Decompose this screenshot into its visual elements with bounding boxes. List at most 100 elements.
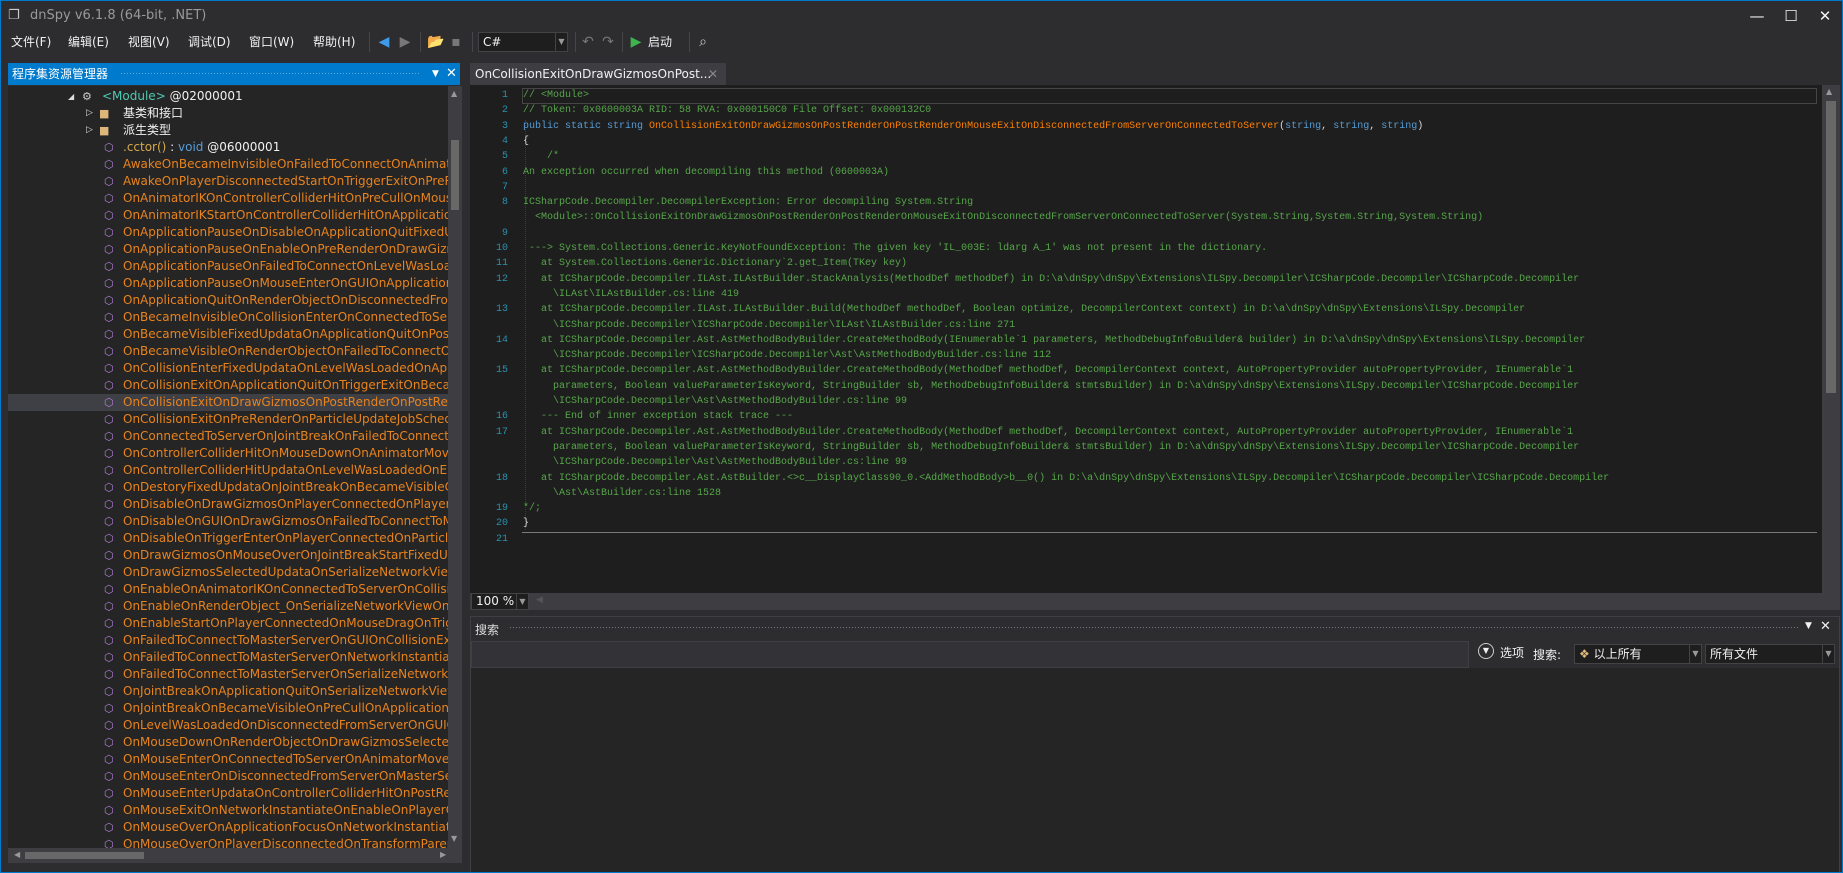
panel-close-icon[interactable]: ✕ <box>446 63 457 85</box>
chevron-down-circle-icon[interactable]: ▼ <box>1478 643 1494 659</box>
tree-item[interactable]: ⬡ OnApplicationPauseOnMouseEnterOnGUIOnAp… <box>8 275 448 292</box>
maximize-button[interactable]: ☐ <box>1774 4 1808 28</box>
tree-item[interactable]: ⬡ OnConnectedToServerOnJointBreakOnFailed… <box>8 428 448 445</box>
tree-item[interactable]: ◢ ⚙ <Module> @02000001 <box>8 88 448 105</box>
undo-icon[interactable]: ↶ <box>579 32 597 52</box>
close-button[interactable]: ✕ <box>1808 4 1842 28</box>
language-select[interactable]: C# ▼ <box>478 32 568 52</box>
tree-vertical-scrollbar[interactable]: ▲ ▼ <box>448 86 462 848</box>
tree-item[interactable]: ▷ ■ 基类和接口 <box>8 105 448 122</box>
start-button[interactable]: 启动 <box>648 32 672 52</box>
tree-item[interactable]: ⬡ OnFailedToConnectToMasterServerOnSerial… <box>8 666 448 683</box>
scroll-down-icon[interactable]: ▼ <box>451 834 457 843</box>
options-toggle[interactable]: 选项 <box>1500 644 1524 661</box>
scrollbar-thumb[interactable] <box>25 852 144 859</box>
tree-item[interactable]: ⬡ OnControllerColliderHitUpdataOnLevelWas… <box>8 462 448 479</box>
line-number: 6 <box>501 166 508 178</box>
search-icon[interactable]: ⌕ <box>694 32 712 52</box>
ctor-type: void <box>178 140 204 154</box>
code-line: 8 ICSharpCode.Decompiler.DecompilerExcept… <box>470 195 1820 210</box>
tree-item[interactable]: ⬡ OnDrawGizmosSelectedUpdataOnSerializeNe… <box>8 564 448 581</box>
panel-close-icon[interactable]: ✕ <box>1820 619 1831 634</box>
tree-item[interactable]: ⬡ OnCollisionExitOnPreRenderOnParticleUpd… <box>8 411 448 428</box>
tree-item[interactable]: ⬡ OnApplicationPauseOnFailedToConnectOnLe… <box>8 258 448 275</box>
menu-view[interactable]: 视图(V) <box>128 32 170 52</box>
tree-item[interactable]: ⬡ OnAnimatorIKStartOnControllerColliderHi… <box>8 207 448 224</box>
minimize-button[interactable]: — <box>1740 4 1774 28</box>
tree-item[interactable]: ⬡ .cctor() : void @06000001 <box>8 139 448 156</box>
tree-item[interactable]: ⬡ OnMouseOverOnApplicationFocusOnNetworkI… <box>8 819 448 836</box>
tree-item[interactable]: ⬡ OnEnableOnAnimatorIKOnConnectedToServer… <box>8 581 448 598</box>
collapsed-arrow-icon[interactable]: ▷ <box>86 105 93 122</box>
scroll-left-icon[interactable]: ◀ <box>14 850 20 859</box>
scrollbar-thumb[interactable] <box>1826 101 1836 393</box>
menu-help[interactable]: 帮助(H) <box>313 32 355 52</box>
tab-decompiled-method[interactable]: OnCollisionExitOnDrawGizmosOnPost... ✕ <box>470 63 726 85</box>
tree-item[interactable]: ⬡ OnMouseDownOnRenderObjectOnDrawGizmosSe… <box>8 734 448 751</box>
panel-menu-icon[interactable]: ▼ <box>1805 621 1812 631</box>
tree-item[interactable]: ⬡ OnControllerColliderHitOnMouseDownOnAni… <box>8 445 448 462</box>
tree-item[interactable]: ⬡ AwakeOnPlayerDisconnectedStartOnTrigger… <box>8 173 448 190</box>
zoom-select[interactable]: 100 % ▼ <box>471 593 529 610</box>
panel-menu-icon[interactable]: ▼ <box>432 63 439 85</box>
menu-debug[interactable]: 调试(D) <box>188 32 231 52</box>
code-line: parameters, Boolean valueParameterIsKeyw… <box>470 379 1820 394</box>
menu-file[interactable]: 文件(F) <box>11 32 51 52</box>
scroll-up-icon[interactable]: ▲ <box>451 89 457 98</box>
tree-item[interactable]: ⬡ OnJointBreakOnBecameVisibleOnPreCullOnA… <box>8 700 448 717</box>
tree-item[interactable]: ⬡ OnFailedToConnectToMasterServerOnGUIOnC… <box>8 632 448 649</box>
search-scope-select[interactable]: ❖ 以上所有 ▼ <box>1574 644 1702 664</box>
code-line: \ICSharpCode.Decompiler\ICSharpCode.Deco… <box>470 318 1820 333</box>
toolbar-separator <box>420 32 421 52</box>
scroll-left-icon[interactable]: ◀ <box>536 595 543 605</box>
tree-item[interactable]: ⬡ OnDrawGizmosOnMouseOverOnJointBreakStar… <box>8 547 448 564</box>
tree-item[interactable]: ⬡ OnApplicationPauseOnDisableOnApplicatio… <box>8 224 448 241</box>
tree-item[interactable]: ⬡ OnApplicationPauseOnEnableOnPreRenderOn… <box>8 241 448 258</box>
menu-window[interactable]: 窗口(W) <box>249 32 294 52</box>
method-icon: ⬡ <box>104 787 114 800</box>
tree-item[interactable]: ⬡ OnCollisionExitOnApplicationQuitOnTrigg… <box>8 377 448 394</box>
tree-horizontal-scrollbar[interactable]: ◀ ▶ <box>8 848 462 863</box>
tree-item[interactable]: ⬡ OnApplicationQuitOnRenderObjectOnDiscon… <box>8 292 448 309</box>
search-input[interactable] <box>471 641 1469 668</box>
tree-item[interactable]: ⬡ OnEnableStartOnPlayerConnectedOnMouseDr… <box>8 615 448 632</box>
tree-item[interactable]: ⬡ OnMouseEnterOnConnectedToServerOnAnimat… <box>8 751 448 768</box>
editor-vertical-scrollbar[interactable]: ▲ <box>1822 85 1840 593</box>
tree-item[interactable]: ⬡ OnCollisionEnterFixedUpdataOnLevelWasLo… <box>8 360 448 377</box>
tree-item[interactable]: ⬡ OnJointBreakOnApplicationQuitOnSerializ… <box>8 683 448 700</box>
file-filter-select[interactable]: 所有文件 ▼ <box>1705 644 1835 664</box>
tree-item[interactable]: ⬡ AwakeOnBecameInvisibleOnFailedToConnect… <box>8 156 448 173</box>
tree-item[interactable]: ⬡ OnBecameVisibleFixedUpdataOnApplication… <box>8 326 448 343</box>
tree-item[interactable]: ⬡ OnFailedToConnectToMasterServerOnNetwor… <box>8 649 448 666</box>
play-icon[interactable]: ▶ <box>628 32 644 52</box>
search-results-list[interactable] <box>471 668 1839 872</box>
tree-item[interactable]: ⬡ OnMouseOverOnPlayerDisconnectedOnTransf… <box>8 836 448 848</box>
redo-icon[interactable]: ↷ <box>599 32 617 52</box>
scroll-right-icon[interactable]: ▶ <box>440 850 446 859</box>
tree-item[interactable]: ⬡ OnCollisionExitOnDrawGizmosOnPostRender… <box>8 394 448 411</box>
tree-item[interactable]: ⬡ OnLevelWasLoadedOnDisconnectedFromServe… <box>8 717 448 734</box>
code-editor[interactable]: 1 // <Module> 2 // Token: 0x0600003A RID: 5… <box>470 85 1822 593</box>
back-icon[interactable]: ◀ <box>375 32 393 52</box>
save-all-icon[interactable]: ▪ <box>447 32 465 52</box>
tree-item[interactable]: ⬡ OnDisableOnTriggerEnterOnPlayerConnecte… <box>8 530 448 547</box>
tree-item[interactable]: ⬡ OnBecameVisibleOnRenderObjectOnFailedTo… <box>8 343 448 360</box>
tree-item[interactable]: ⬡ OnDisableOnGUIOnDrawGizmosOnFailedToCon… <box>8 513 448 530</box>
menu-edit[interactable]: 编辑(E) <box>68 32 109 52</box>
tree-item[interactable]: ⬡ OnMouseExitOnNetworkInstantiateOnEnable… <box>8 802 448 819</box>
tree-item[interactable]: ⬡ OnDisableOnDrawGizmosOnPlayerConnectedO… <box>8 496 448 513</box>
tab-close-icon[interactable]: ✕ <box>708 63 718 85</box>
tree-item[interactable]: ⬡ OnEnableOnRenderObject_OnSerializeNetwo… <box>8 598 448 615</box>
tree-item[interactable]: ⬡ OnBecameInvisibleOnCollisionEnterOnConn… <box>8 309 448 326</box>
expanded-arrow-icon[interactable]: ◢ <box>68 88 74 105</box>
collapsed-arrow-icon[interactable]: ▷ <box>86 122 93 139</box>
scrollbar-thumb[interactable] <box>451 140 459 210</box>
scroll-up-icon[interactable]: ▲ <box>1826 87 1832 96</box>
tree-item[interactable]: ⬡ OnDestoryFixedUpdataOnJointBreakOnBecam… <box>8 479 448 496</box>
tree-item[interactable]: ⬡ OnAnimatorIKOnControllerColliderHitOnPr… <box>8 190 448 207</box>
open-file-icon[interactable]: 📂 <box>427 32 445 52</box>
forward-icon[interactable]: ▶ <box>396 32 414 52</box>
tree-item[interactable]: ⬡ OnMouseEnterUpdataOnControllerColliderH… <box>8 785 448 802</box>
tree-item[interactable]: ⬡ OnMouseEnterOnDisconnectedFromServerOnM… <box>8 768 448 785</box>
tree-item[interactable]: ▷ ■ 派生类型 <box>8 122 448 139</box>
